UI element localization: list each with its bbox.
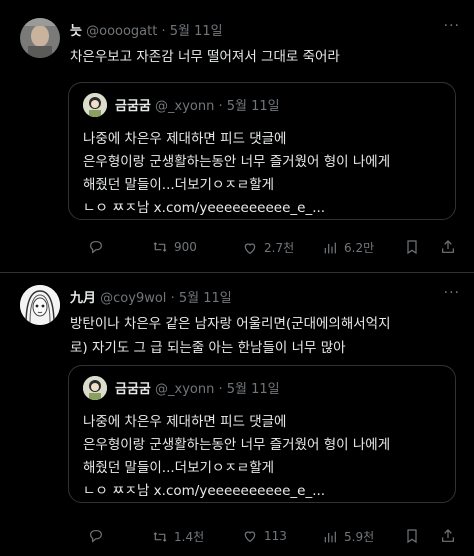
quoted-text-line: 나중에 차은우 제대하면 피드 댓글에 bbox=[83, 131, 287, 147]
share-icon bbox=[442, 529, 454, 542]
views-button[interactable]: 6.2만 bbox=[322, 239, 374, 256]
post-text-line: 로) 자기도 그 급 되는줄 아는 한남들이 너무 많아 bbox=[70, 340, 346, 356]
reply-icon bbox=[90, 530, 102, 543]
quoted-author-handle: @_xyonn bbox=[155, 382, 215, 397]
quoted-text-line: ㄴㅇ ㅉㅈ남 x.com/yeeeeeeeeee_e_... bbox=[83, 200, 326, 216]
more-options-icon[interactable]: ··· bbox=[444, 285, 460, 301]
quoted-text-line: 해줬던 말들이...더보기ㅇㅈㄹ할게 bbox=[83, 460, 275, 476]
bookmark-icon bbox=[407, 529, 417, 544]
like-button[interactable]: 113 bbox=[242, 528, 287, 544]
author-name[interactable]: 九月 bbox=[70, 291, 96, 306]
reply-icon bbox=[90, 241, 102, 254]
repost-count: 900 bbox=[174, 240, 197, 254]
quoted-text-line: ㄴㅇ ㅉㅈ남 x.com/yeeeeeeeeee_e_... bbox=[83, 483, 326, 499]
quoted-text-line: 해줬던 말들이...더보기ㅇㅈㄹ할게 bbox=[83, 177, 275, 193]
post-header: 늣 @oooogatt · 5월 11일 bbox=[70, 20, 223, 39]
separator-dot: · bbox=[161, 24, 166, 39]
share-button[interactable] bbox=[440, 239, 456, 255]
quoted-author-name: 금굼굼 bbox=[115, 99, 151, 114]
avatar[interactable] bbox=[20, 285, 60, 325]
like-count: 113 bbox=[264, 529, 287, 543]
views-icon bbox=[324, 531, 336, 542]
post-text: 차은우보고 자존감 너무 떨어져서 그대로 죽어라 bbox=[70, 49, 340, 65]
quoted-avatar bbox=[83, 93, 107, 117]
share-button[interactable] bbox=[440, 528, 456, 544]
more-options-icon[interactable]: ··· bbox=[444, 18, 460, 34]
post-actions: 1.4천 113 5.9천 bbox=[68, 528, 468, 548]
share-icon bbox=[442, 240, 454, 253]
repost-button[interactable]: 900 bbox=[152, 239, 197, 255]
quoted-text-line: 나중에 차은우 제대하면 피드 댓글에 bbox=[83, 414, 287, 430]
post-date[interactable]: 5월 11일 bbox=[170, 24, 223, 39]
post-header: 九月 @coy9wol · 5월 11일 bbox=[70, 287, 232, 306]
post-date[interactable]: 5월 11일 bbox=[179, 291, 232, 306]
post-text-line: 방탄이나 차은우 같은 남자랑 어울리면(군대에의해서억지 bbox=[70, 316, 391, 332]
post[interactable]: 九月 @coy9wol · 5월 11일 ··· 방탄이나 차은우 같은 남자랑… bbox=[0, 273, 474, 556]
author-name[interactable]: 늣 bbox=[70, 24, 82, 39]
quoted-avatar bbox=[83, 376, 107, 400]
views-icon bbox=[324, 242, 336, 253]
separator-dot: · bbox=[218, 382, 223, 397]
views-count: 5.9천 bbox=[344, 530, 375, 544]
quoted-header: 금굼굼 @_xyonn · 5월 11일 bbox=[115, 95, 280, 114]
reply-button[interactable] bbox=[88, 239, 104, 255]
quoted-author-handle: @_xyonn bbox=[155, 99, 215, 114]
repost-count: 1.4천 bbox=[174, 530, 205, 544]
like-count: 2.7천 bbox=[264, 241, 295, 255]
separator-dot: · bbox=[170, 291, 175, 306]
quoted-post[interactable]: 금굼굼 @_xyonn · 5월 11일 나중에 차은우 제대하면 피드 댓글에… bbox=[68, 365, 456, 503]
quoted-post[interactable]: 금굼굼 @_xyonn · 5월 11일 나중에 차은우 제대하면 피드 댓글에… bbox=[68, 82, 456, 220]
views-button[interactable]: 5.9천 bbox=[322, 528, 374, 545]
quoted-text-line: 은우형이랑 군생활하는동안 너무 즐거웠어 형이 나에게 bbox=[83, 154, 391, 170]
post[interactable]: 늣 @oooogatt · 5월 11일 ··· 차은우보고 자존감 너무 떨어… bbox=[0, 0, 474, 270]
like-icon bbox=[244, 531, 256, 543]
like-icon bbox=[244, 242, 256, 254]
author-handle[interactable]: @coy9wol bbox=[100, 291, 166, 306]
views-count: 6.2만 bbox=[344, 241, 375, 255]
separator-dot: · bbox=[218, 99, 223, 114]
quoted-author-name: 금굼굼 bbox=[115, 382, 151, 397]
author-handle[interactable]: @oooogatt bbox=[86, 24, 157, 39]
bookmark-button[interactable] bbox=[404, 528, 420, 544]
repost-button[interactable]: 1.4천 bbox=[152, 528, 204, 545]
repost-icon bbox=[153, 531, 167, 542]
repost-icon bbox=[153, 242, 167, 252]
quoted-date: 5월 11일 bbox=[226, 382, 280, 397]
post-text: 방탄이나 차은우 같은 남자랑 어울리면(군대에의해서억지 로) 자기도 그 급… bbox=[70, 312, 460, 360]
quoted-header: 금굼굼 @_xyonn · 5월 11일 bbox=[115, 378, 280, 397]
quoted-date: 5월 11일 bbox=[226, 99, 280, 114]
bookmark-button[interactable] bbox=[404, 239, 420, 255]
like-button[interactable]: 2.7천 bbox=[242, 239, 294, 256]
bookmark-icon bbox=[407, 240, 417, 255]
post-actions: 900 2.7천 6.2만 bbox=[68, 239, 468, 259]
quoted-text-line: 은우형이랑 군생활하는동안 너무 즐거웠어 형이 나에게 bbox=[83, 437, 391, 453]
avatar[interactable] bbox=[20, 18, 60, 58]
reply-button[interactable] bbox=[88, 528, 104, 544]
